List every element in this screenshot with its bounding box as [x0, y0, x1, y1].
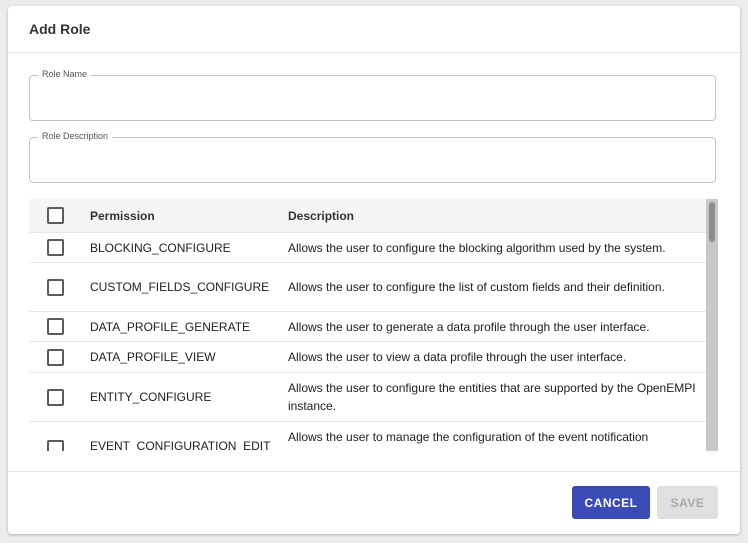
role-name-input[interactable]: [30, 76, 715, 120]
cancel-button[interactable]: CANCEL: [572, 486, 650, 519]
role-name-label: Role Name: [38, 69, 92, 79]
row-check-cell: [29, 428, 81, 451]
role-description-input[interactable]: [30, 138, 715, 182]
table-row[interactable]: ENTITY_CONFIGURE Allows the user to conf…: [29, 373, 706, 422]
role-description-label: Role Description: [38, 131, 113, 141]
permission-description: Allows the user to view a data profile t…: [288, 350, 627, 364]
row-checkbox[interactable]: [46, 239, 64, 256]
table-header-row: Permission Description: [29, 199, 706, 233]
save-button[interactable]: SAVE: [657, 486, 718, 519]
permission-name: EVENT_CONFIGURATION_EDIT: [90, 439, 271, 451]
row-checkbox[interactable]: [46, 440, 64, 451]
table-row[interactable]: BLOCKING_CONFIGURE Allows the user to co…: [29, 233, 706, 263]
row-check-cell: [29, 318, 81, 335]
permission-name: DATA_PROFILE_GENERATE: [90, 319, 251, 334]
permission-description: Allows the user to configure the entitie…: [288, 381, 696, 413]
row-checkbox[interactable]: [46, 278, 64, 296]
permission-name: BLOCKING_CONFIGURE: [90, 240, 231, 255]
scrollbar-thumb[interactable]: [709, 202, 715, 242]
permission-description: Allows the user to generate a data profi…: [288, 319, 650, 334]
dialog-title: Add Role: [29, 21, 91, 37]
permission-description: Allows the user to configure the list of…: [288, 280, 665, 294]
table-row[interactable]: DATA_PROFILE_GENERATE Allows the user to…: [29, 312, 706, 342]
permission-description: Allows the user to configure the blockin…: [288, 240, 666, 255]
row-check-cell: [29, 278, 81, 296]
role-name-field[interactable]: Role Name: [29, 69, 716, 121]
row-check-cell: [29, 239, 81, 256]
table-row[interactable]: EVENT_CONFIGURATION_EDIT Allows the user…: [29, 422, 706, 451]
dialog-header: Add Role: [8, 6, 740, 53]
permission-name: ENTITY_CONFIGURE: [90, 390, 212, 404]
permission-name: CUSTOM_FIELDS_CONFIGURE: [90, 280, 270, 294]
add-role-dialog: Add Role Role Name Role Description Perm…: [8, 6, 740, 534]
select-all-checkbox[interactable]: [46, 207, 64, 224]
description-column-header: Description: [288, 208, 355, 223]
row-checkbox[interactable]: [46, 388, 64, 406]
row-check-cell: [29, 388, 81, 406]
permission-name: DATA_PROFILE_VIEW: [90, 350, 216, 364]
permissions-table-body: Permission Description BLOCKING_CONFIGUR…: [29, 199, 706, 451]
permissions-table: Permission Description BLOCKING_CONFIGUR…: [29, 199, 718, 451]
permission-column-header: Permission: [90, 208, 155, 223]
table-scrollbar[interactable]: [706, 199, 718, 451]
permission-description: Allows the user to manage the configurat…: [288, 430, 649, 444]
dialog-footer: CANCEL SAVE: [8, 471, 740, 534]
row-check-cell: [29, 348, 81, 366]
row-checkbox[interactable]: [46, 348, 64, 366]
table-row[interactable]: CUSTOM_FIELDS_CONFIGURE Allows the user …: [29, 263, 706, 312]
role-description-field[interactable]: Role Description: [29, 131, 716, 183]
table-row[interactable]: DATA_PROFILE_VIEW Allows the user to vie…: [29, 342, 706, 373]
select-all-cell: [29, 207, 81, 224]
row-checkbox[interactable]: [46, 318, 64, 335]
